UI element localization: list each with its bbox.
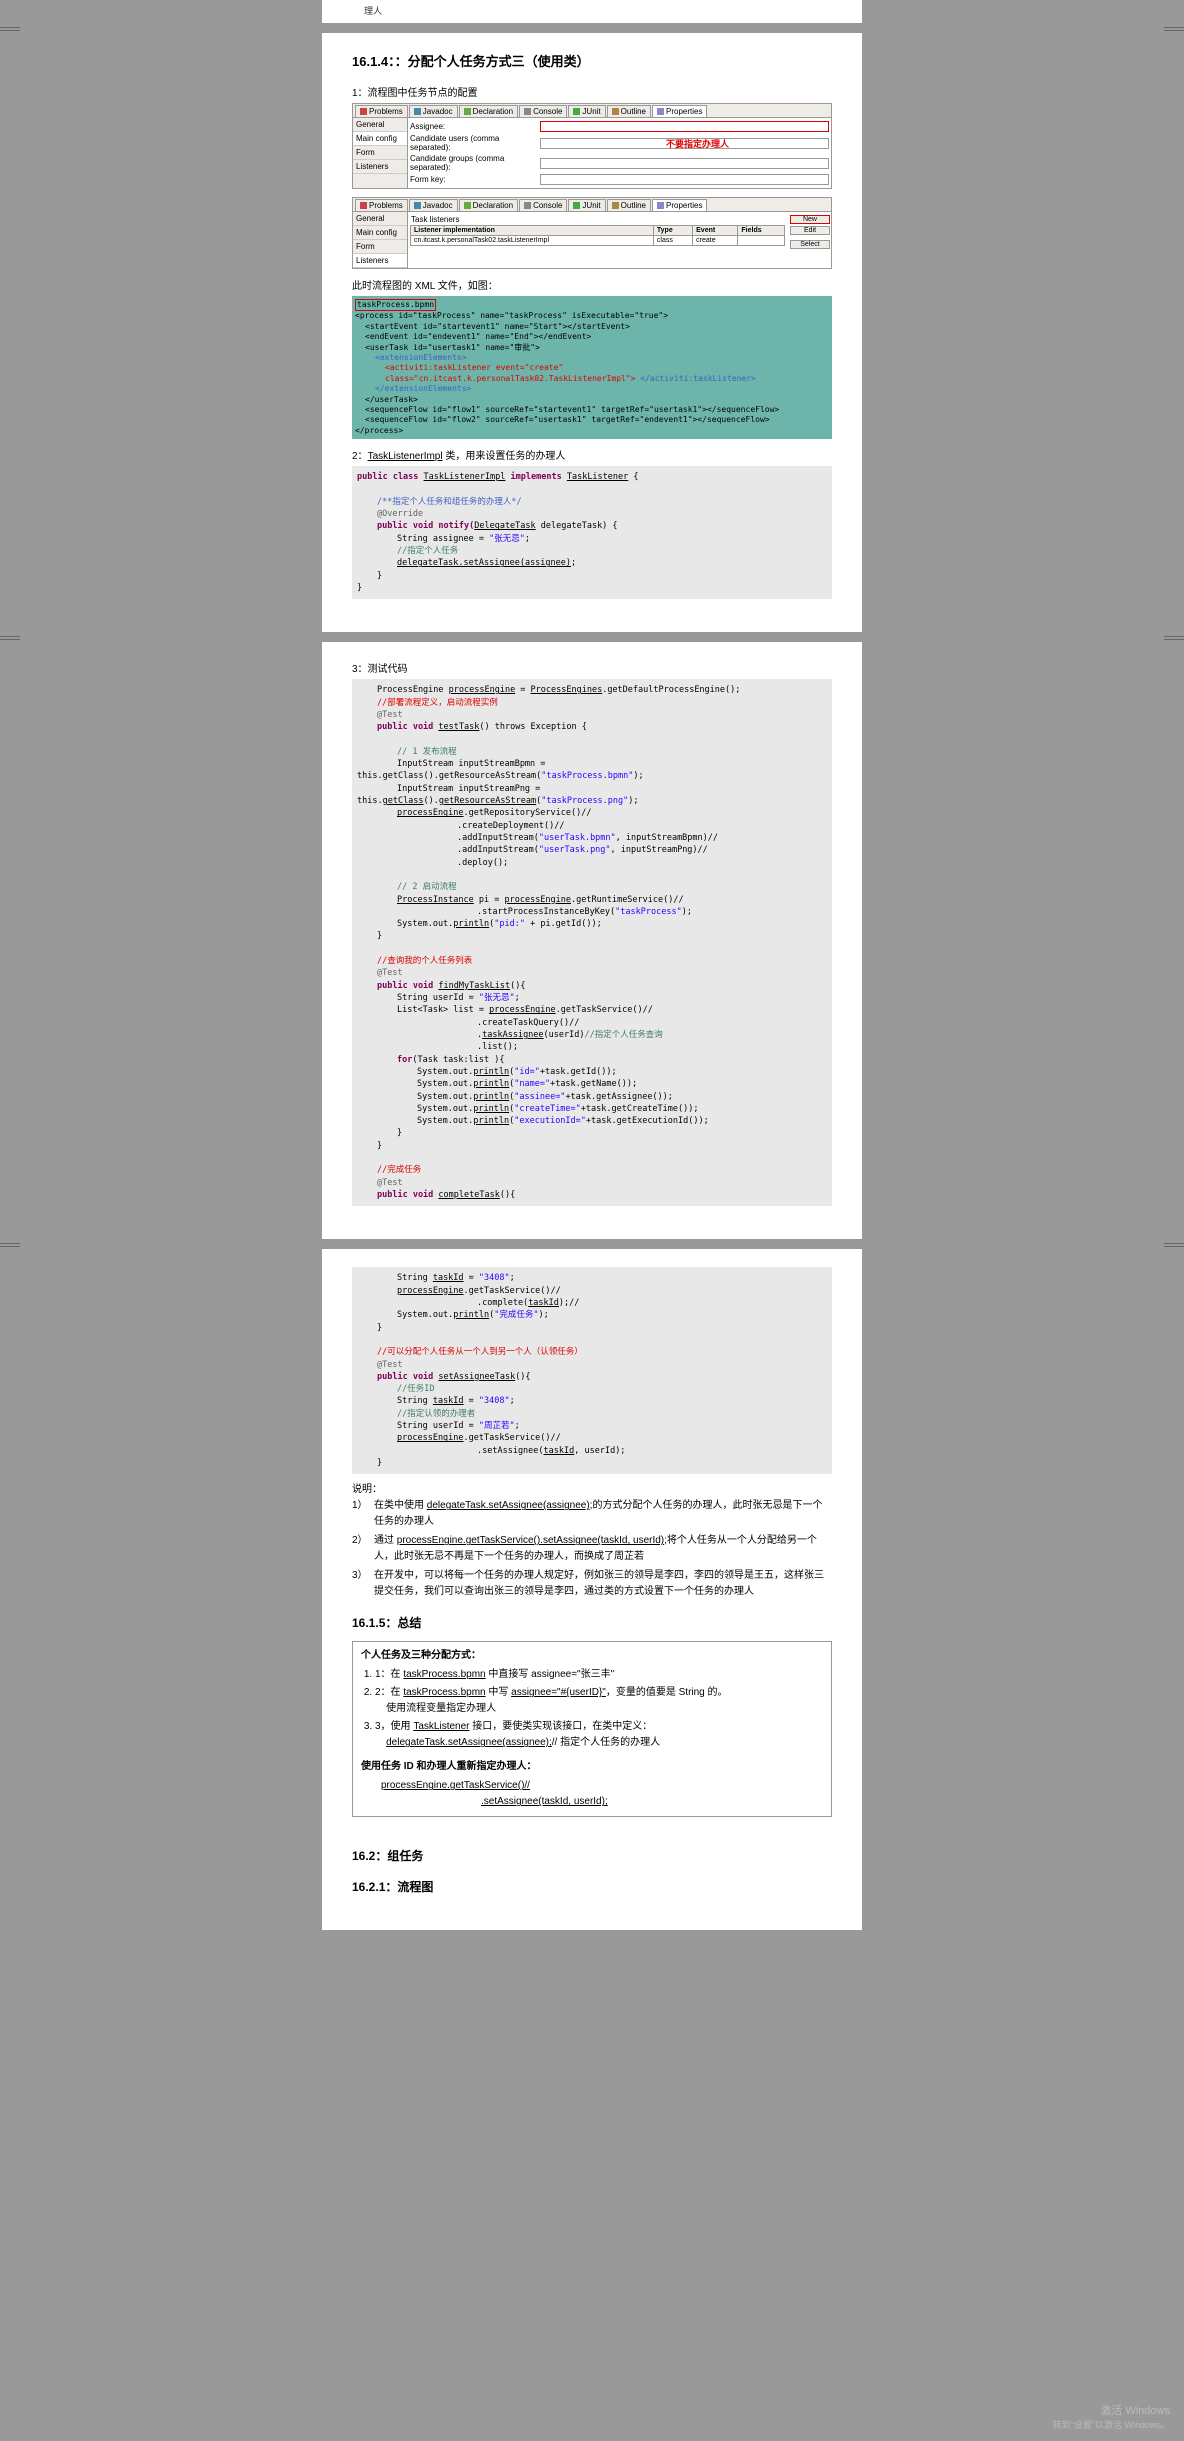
tab2-console[interactable]: Console xyxy=(519,199,567,211)
code-test-cont: String taskId = "3408"; processEngine.ge… xyxy=(352,1267,832,1474)
heading-1621: 16.2.1：流程图 xyxy=(352,1878,832,1895)
sum-title: 个人任务及三种分配方式： xyxy=(361,1648,823,1664)
tab-junit[interactable]: JUnit xyxy=(568,105,605,117)
explanation: 说明： 1）在类中使用 delegateTask.setAssignee(ass… xyxy=(352,1482,832,1600)
sub-2: 2：TaskListenerImpl 类，用来设置任务的办理人 xyxy=(352,447,832,462)
lbl-candgroups: Candidate groups (comma separated): xyxy=(410,154,540,172)
th-impl: Listener implementation xyxy=(411,226,654,236)
console-icon xyxy=(524,202,531,209)
problems-icon xyxy=(360,108,367,115)
input-assignee[interactable] xyxy=(540,121,829,132)
btn-edit[interactable]: Edit xyxy=(790,226,830,235)
tab2-javadoc[interactable]: Javadoc xyxy=(409,199,458,211)
lbl-assignee: Assignee: xyxy=(410,122,540,131)
tab-problems[interactable]: Problems xyxy=(355,105,408,117)
th-event: Event xyxy=(693,226,738,236)
junit-icon xyxy=(573,108,580,115)
tab-declaration[interactable]: Declaration xyxy=(459,105,518,117)
sub-3: 3：测试代码 xyxy=(352,660,832,675)
th-fields: Fields xyxy=(738,226,785,236)
td-fields xyxy=(738,236,785,246)
decl-icon xyxy=(464,108,471,115)
th-type: Type xyxy=(653,226,692,236)
watermark: 激活 Windows 转到"设置"以激活 Windows。 xyxy=(1053,2402,1170,2431)
side-general[interactable]: General xyxy=(353,118,407,132)
tab2-props[interactable]: Properties xyxy=(652,199,707,211)
tab2-junit[interactable]: JUnit xyxy=(568,199,605,211)
side2-general[interactable]: General xyxy=(353,212,407,226)
junit-icon xyxy=(573,202,580,209)
code-tasklistener: public class TaskListenerImpl implements… xyxy=(352,466,832,599)
side-form[interactable]: Form xyxy=(353,146,407,160)
side-listeners[interactable]: Listeners xyxy=(353,160,407,174)
outline-icon xyxy=(612,202,619,209)
td-impl: cn.itcast.k.personalTask02.taskListenerI… xyxy=(411,236,654,246)
sum-1: 1：在 taskProcess.bpmn 中直接写 assignee="张三丰" xyxy=(375,1667,823,1683)
heading-1614: 16.1.4：：分配个人任务方式三（使用类） xyxy=(352,51,832,70)
side2-mainconfig[interactable]: Main config xyxy=(353,226,407,240)
side2-listeners[interactable]: Listeners xyxy=(353,254,407,268)
side-mainconfig[interactable]: Main config xyxy=(353,132,407,146)
side2-form[interactable]: Form xyxy=(353,240,407,254)
javadoc-icon xyxy=(414,202,421,209)
sum-2: 2：在 taskProcess.bpmn 中写 assignee="#{user… xyxy=(375,1685,823,1717)
console-icon xyxy=(524,108,531,115)
props-icon xyxy=(657,108,664,115)
lbl-candusers: Candidate users (comma separated): xyxy=(410,134,540,152)
input-candgroups[interactable] xyxy=(540,158,829,169)
input-formkey[interactable] xyxy=(540,174,829,185)
btn-select[interactable]: Select xyxy=(790,240,830,249)
xml-block: taskProcess.bpmn <process id="taskProces… xyxy=(352,296,832,439)
outline-icon xyxy=(612,108,619,115)
tab-javadoc[interactable]: Javadoc xyxy=(409,105,458,117)
heading-162: 16.2：组任务 xyxy=(352,1847,832,1864)
sum-3: 3，使用 TaskListener 接口，要使类实现该接口，在类中定义： del… xyxy=(375,1719,823,1751)
red-note: 不要指定办理人 xyxy=(666,137,729,150)
expl-head: 说明： xyxy=(352,1482,832,1498)
xml-caption: 此时流程图的 XML 文件，如图： xyxy=(352,277,832,292)
frag-top: 理人 xyxy=(352,4,832,17)
props-icon xyxy=(657,202,664,209)
listeners-table: Listener implementationTypeEventFields c… xyxy=(410,225,785,246)
eclipse-props-1: Problems Javadoc Declaration Console JUn… xyxy=(352,103,832,189)
decl-icon xyxy=(464,202,471,209)
eclipse-props-2: Problems Javadoc Declaration Console JUn… xyxy=(352,197,832,269)
lbl-formkey: Form key: xyxy=(410,175,540,184)
tab2-problems[interactable]: Problems xyxy=(355,199,408,211)
btn-new[interactable]: New xyxy=(790,215,830,224)
summary-box: 个人任务及三种分配方式： 1：在 taskProcess.bpmn 中直接写 a… xyxy=(352,1641,832,1817)
tab2-decl[interactable]: Declaration xyxy=(459,199,518,211)
tab-console[interactable]: Console xyxy=(519,105,567,117)
tab2-outline[interactable]: Outline xyxy=(607,199,651,211)
sum-title2: 使用任务 ID 和办理人重新指定办理人： xyxy=(361,1759,823,1775)
code-test: ProcessEngine processEngine = ProcessEng… xyxy=(352,679,832,1206)
javadoc-icon xyxy=(414,108,421,115)
listeners-title: Task listeners xyxy=(410,214,785,225)
problems-icon xyxy=(360,202,367,209)
heading-1615: 16.1.5：总结 xyxy=(352,1614,832,1631)
td-type: class xyxy=(653,236,692,246)
tab-properties[interactable]: Properties xyxy=(652,105,707,117)
tab-outline[interactable]: Outline xyxy=(607,105,651,117)
sub-1: 1：流程图中任务节点的配置 xyxy=(352,84,832,99)
td-event: create xyxy=(693,236,738,246)
